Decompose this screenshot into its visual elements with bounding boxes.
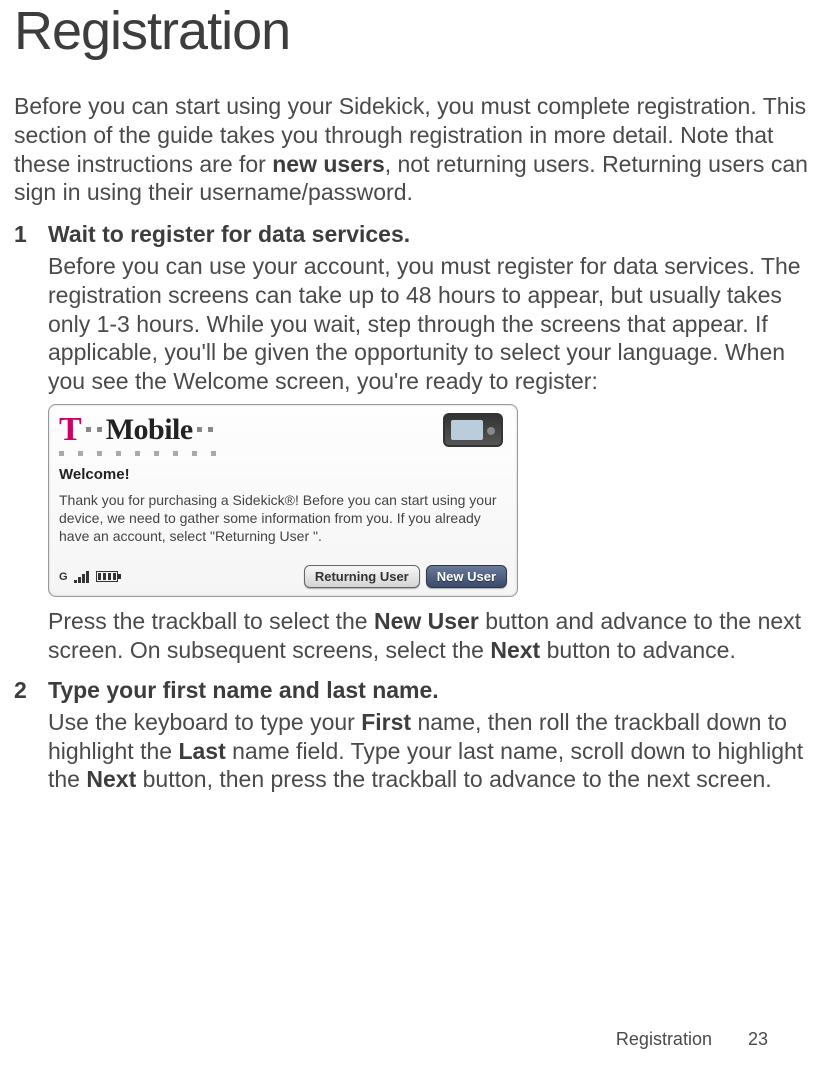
step-2-number: 2 <box>14 677 48 802</box>
step-2-body-6: button, then press the trackball to adva… <box>136 766 771 792</box>
logo-dots-right <box>197 427 213 432</box>
step-2-bold-next: Next <box>86 766 136 792</box>
intro-paragraph: Before you can start using your Sidekick… <box>14 92 810 207</box>
welcome-heading: Welcome! <box>57 462 509 491</box>
step-2-body-0: Use the keyboard to type your <box>48 709 361 735</box>
step-2-bold-first: First <box>361 709 411 735</box>
step-2-body: Use the keyboard to type your First name… <box>48 708 810 794</box>
step-2-title: Type your first name and last name. <box>48 677 810 704</box>
logo-dots-row <box>57 451 509 456</box>
page-footer: Registration 23 <box>616 1029 768 1050</box>
step-1-title: Wait to register for data services. <box>48 221 810 248</box>
step-1: 1 Wait to register for data services. Be… <box>14 221 810 673</box>
device-header: T Mobile <box>57 411 509 453</box>
welcome-body-text: Thank you for purchasing a Sidekick®! Be… <box>57 491 509 564</box>
step-1-after-bold-newuser: New User <box>374 608 479 634</box>
tmobile-word: Mobile <box>106 413 193 447</box>
footer-section: Registration <box>616 1029 712 1050</box>
step-1-after-bold-next: Next <box>490 637 540 663</box>
step-1-after-0: Press the trackball to select the <box>48 608 374 634</box>
device-screenshot: T Mobile Welcome! Thank you for purchasi… <box>48 404 518 598</box>
signal-icon <box>74 571 90 583</box>
battery-icon <box>96 571 118 582</box>
step-1-after-4: button to advance. <box>540 637 736 663</box>
tmobile-t-logo: T <box>59 413 82 447</box>
network-icon: G <box>59 571 68 583</box>
new-user-button[interactable]: New User <box>426 565 507 588</box>
step-1-after: Press the trackball to select the New Us… <box>48 607 810 665</box>
step-2: 2 Type your first name and last name. Us… <box>14 677 810 802</box>
intro-bold-new-users: new users <box>272 151 385 177</box>
status-icons: G <box>59 571 118 583</box>
page-title: Registration <box>14 0 810 62</box>
footer-page-number: 23 <box>748 1029 768 1050</box>
returning-user-button[interactable]: Returning User <box>304 565 420 588</box>
step-1-number: 1 <box>14 221 48 673</box>
phone-icon <box>443 413 503 447</box>
step-2-bold-last: Last <box>178 738 225 764</box>
step-1-body: Before you can use your account, you mus… <box>48 252 810 396</box>
logo-dots-left <box>86 427 102 432</box>
device-footer: G Returning User New User <box>57 563 509 590</box>
